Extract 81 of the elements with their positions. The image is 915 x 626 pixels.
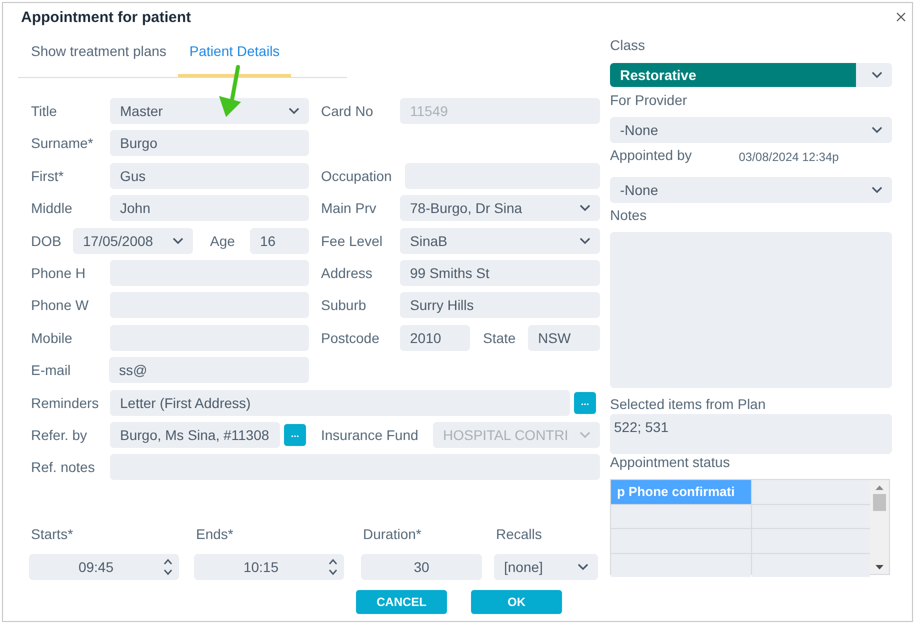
scroll-up-icon[interactable]	[875, 484, 884, 492]
dropdown[interactable]: -None	[610, 177, 892, 203]
field-label: Postcode	[321, 330, 380, 346]
tab[interactable]: Show treatment plans	[18, 30, 178, 77]
dropdown[interactable]: Master	[110, 98, 309, 124]
field-label: Address	[321, 264, 374, 281]
field-label: Selected items from Plan	[610, 396, 767, 412]
field-label: Main Prv	[321, 200, 378, 216]
field-label: Card No	[321, 103, 374, 119]
input-field[interactable]: ss@	[109, 357, 309, 384]
field-label: Surname*	[31, 135, 94, 152]
chevron-down-icon	[577, 563, 589, 572]
input-field[interactable]: Letter (First Address)	[110, 390, 570, 416]
field-label: Occupation	[321, 168, 393, 184]
dropdown[interactable]: -None	[610, 117, 892, 143]
field-label: Ref. notes	[31, 459, 96, 476]
dropdown[interactable]: SinaB	[400, 228, 600, 254]
time-field[interactable]: 09:45	[29, 554, 179, 580]
dropdown[interactable]: [none]	[494, 554, 598, 580]
chevron-down-icon	[288, 107, 300, 115]
input-field[interactable]: 99 Smiths St	[400, 260, 600, 286]
field-label: Notes	[610, 207, 648, 223]
field-label: First*	[31, 168, 65, 184]
field-label: For Provider	[610, 92, 688, 108]
close-icon[interactable]	[896, 12, 906, 22]
input-field[interactable]: 2010	[400, 324, 470, 351]
table-cell[interactable]	[752, 554, 870, 577]
field-label: Reminders	[31, 394, 100, 411]
table-cell[interactable]	[611, 504, 751, 528]
input-field[interactable]: John	[110, 195, 309, 222]
dropdown[interactable]: 78-Burgo, Dr Sina	[400, 195, 600, 222]
time-field[interactable]: 10:15	[194, 554, 344, 580]
input-field[interactable]: Burgo, Ms Sina, #11308	[110, 422, 280, 448]
field-label: DOB	[31, 232, 62, 249]
field-label: Starts*	[30, 526, 74, 542]
field-label: Appointment status	[610, 454, 731, 470]
annotation-arrow	[219, 65, 241, 117]
input-field[interactable]: Gus	[110, 162, 309, 189]
chevron-down-icon	[871, 71, 883, 79]
field-label: Duration*	[362, 526, 422, 542]
field-label: Fee Level	[321, 232, 384, 249]
input-field[interactable]: NSW	[528, 324, 600, 351]
spinner-icon[interactable]	[328, 557, 338, 578]
table-cell[interactable]	[752, 480, 870, 504]
table-cell[interactable]	[611, 529, 751, 552]
chevron-down-icon	[871, 186, 883, 194]
field-label: Refer. by	[31, 426, 88, 443]
chevron-down-icon	[871, 126, 883, 134]
scroll-thumb[interactable]	[873, 494, 886, 511]
field-label: Appointed by	[610, 147, 692, 163]
scroll-down-icon[interactable]	[875, 563, 884, 571]
field-label: Age	[210, 232, 236, 249]
field-label: Mobile	[31, 330, 74, 346]
field-label: Recalls	[495, 526, 543, 542]
field-label: Middle	[31, 200, 74, 216]
table-cell[interactable]	[752, 529, 870, 552]
field-label: State	[483, 330, 517, 346]
field-label: Class	[610, 37, 646, 53]
dropdown[interactable]: 17/05/2008	[73, 228, 193, 254]
field-label: Phone H	[31, 264, 86, 281]
field-label: Title	[31, 103, 58, 119]
window-title: Appointment for patient	[21, 8, 192, 26]
spinner-icon[interactable]	[163, 557, 173, 578]
field-label: Suburb	[321, 297, 368, 314]
chevron-down-icon	[579, 204, 591, 212]
input-field[interactable]: Surry Hills	[400, 292, 600, 318]
timestamp: 03/08/2024 12:34p	[738, 149, 839, 164]
field-label: Insurance Fund	[321, 426, 420, 443]
input-field[interactable]: 30	[361, 554, 482, 580]
chevron-down-icon	[172, 236, 184, 245]
table-cell[interactable]	[611, 554, 751, 577]
chevron-down-icon	[579, 236, 591, 245]
text-area[interactable]: 522; 531	[610, 414, 892, 454]
tab[interactable]: Patient Details	[178, 30, 291, 77]
field-label: Ends*	[195, 526, 234, 542]
table-cell[interactable]	[752, 504, 870, 528]
input-field[interactable]: 16	[250, 228, 309, 254]
field-label: E-mail	[31, 362, 72, 378]
chevron-down-icon	[579, 430, 591, 439]
field-label: Phone W	[31, 297, 90, 314]
input-field[interactable]: Burgo	[110, 130, 309, 156]
